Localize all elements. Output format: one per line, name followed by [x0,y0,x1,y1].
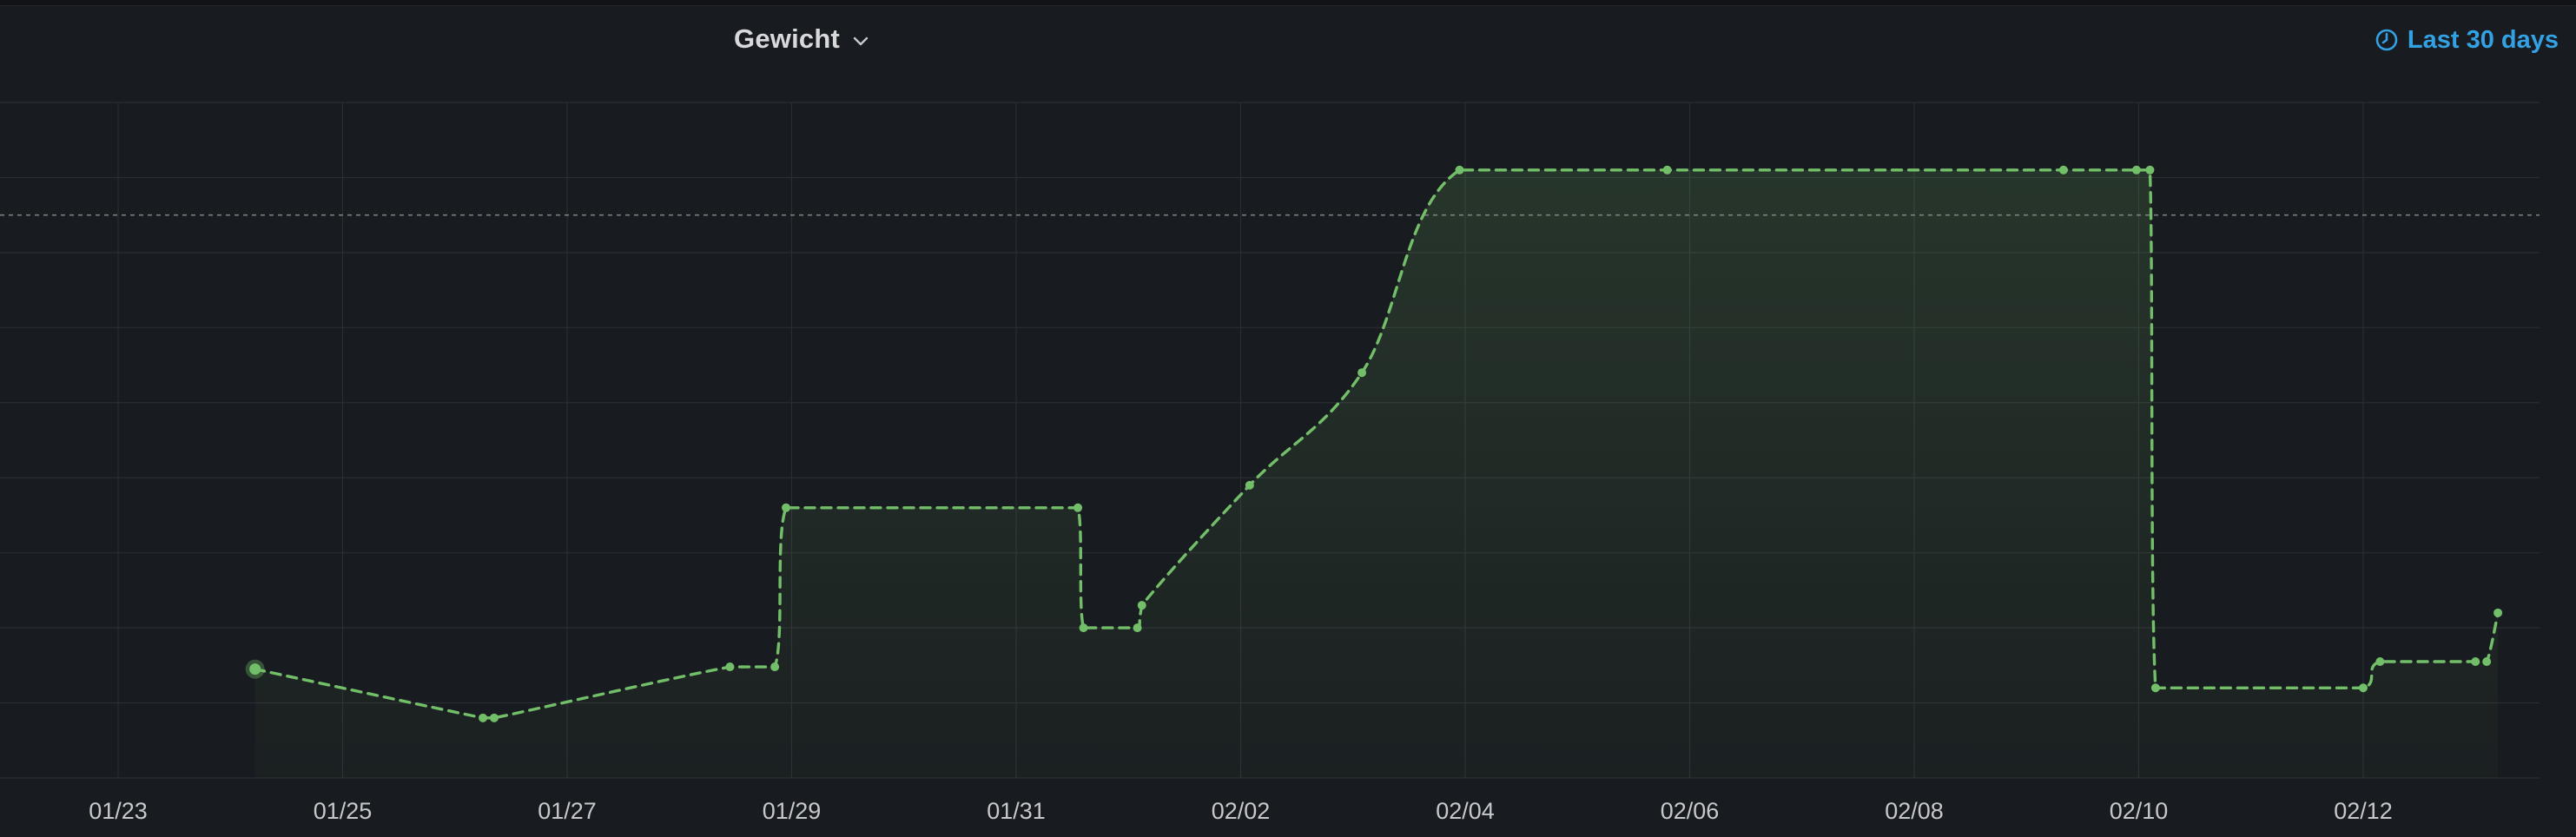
x-tick-label: 02/12 [2334,798,2393,824]
data-point [1133,623,1142,633]
data-point [2359,683,2368,693]
data-point [2375,657,2385,667]
x-tick-label: 02/04 [1436,798,1495,824]
x-tick-label: 01/23 [89,798,148,824]
x-tick-label: 02/06 [1661,798,1720,824]
data-point [1245,480,1254,490]
x-axis-ticks: 01/23 01/25 01/27 01/29 01/31 02/02 02/04 02/06… [89,798,2393,824]
weight-chart: 01/23 01/25 01/27 01/29 01/31 02/02 02/04 02/06… [0,102,2540,824]
x-tick-label: 02/10 [2110,798,2169,824]
x-tick-label: 02/02 [1212,798,1271,824]
data-point [2058,165,2068,175]
data-point [782,503,791,512]
x-tick-label: 01/29 [763,798,822,824]
data-point [2482,657,2492,667]
x-tick-label: 01/25 [314,798,373,824]
data-point [1357,368,1367,378]
data-point [1073,503,1083,512]
data-point [2471,657,2480,667]
data-point [1137,601,1146,610]
data-point [479,713,488,722]
x-tick-label: 01/27 [538,798,597,824]
data-point [2145,165,2155,175]
data-point [1662,165,1672,175]
data-point [2131,165,2141,175]
data-point [2493,608,2503,617]
data-point [489,713,499,722]
x-tick-label: 02/08 [1885,798,1944,824]
data-point [1079,623,1088,633]
data-point [2150,683,2160,693]
data-point [249,663,261,676]
data-point [725,662,735,672]
x-tick-label: 01/31 [987,798,1046,824]
data-point [770,662,780,672]
data-point [1455,165,1464,175]
